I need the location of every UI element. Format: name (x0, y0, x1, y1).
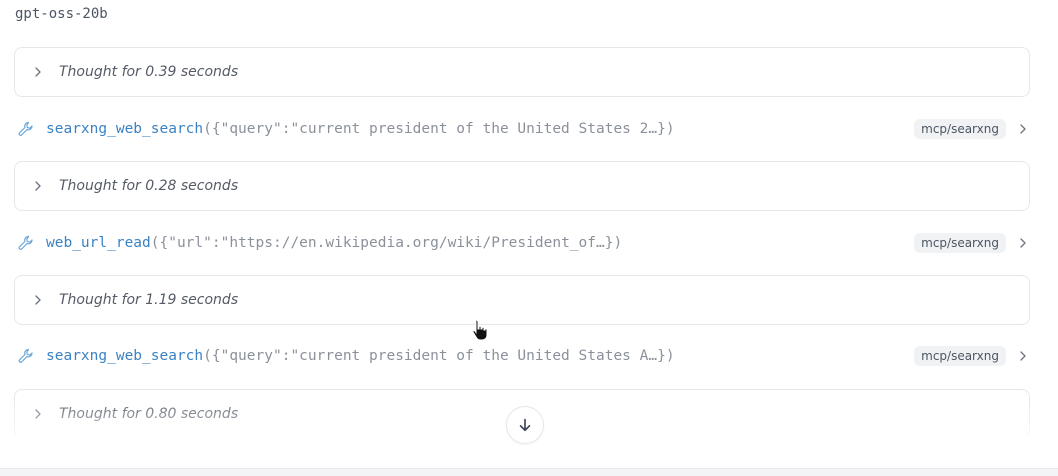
chevron-right-icon (31, 293, 45, 307)
thought-toggle[interactable]: Thought for 1.19 seconds (14, 275, 1030, 325)
chevron-right-icon[interactable] (1016, 349, 1030, 363)
tool-call-row[interactable]: searxng_web_search({"query":"current pre… (14, 115, 1036, 143)
tool-source-badge: mcp/searxng (914, 346, 1006, 366)
tool-function-name: searxng_web_search (46, 121, 204, 137)
chat-message: gpt-oss-20b Thought for 0.39 seconds sea… (0, 0, 1058, 476)
chevron-right-icon[interactable] (1016, 236, 1030, 250)
tool-args: ({"query":"current president of the Unit… (203, 121, 675, 137)
tool-call-row[interactable]: web_url_read({"url":"https://en.wikipedi… (14, 229, 1036, 257)
hand-pointer-icon (470, 318, 492, 342)
tool-source-badge: mcp/searxng (914, 119, 1006, 139)
thought-label: Thought for 1.19 seconds (59, 292, 239, 308)
tool-source-badge: mcp/searxng (914, 233, 1006, 253)
chevron-right-icon (31, 65, 45, 79)
tool-args: ({"url":"https://en.wikipedia.org/wiki/P… (150, 235, 623, 251)
thought-label: Thought for 0.28 seconds (59, 178, 239, 194)
thought-label: Thought for 0.80 seconds (59, 406, 239, 422)
wrench-icon (16, 233, 36, 253)
chevron-right-icon (31, 407, 45, 421)
tool-call-row[interactable]: searxng_web_search({"query":"current pre… (14, 342, 1036, 370)
thought-toggle[interactable]: Thought for 0.39 seconds (14, 47, 1030, 97)
tool-function-name: searxng_web_search (46, 348, 204, 364)
chevron-right-icon (31, 179, 45, 193)
thought-toggle[interactable]: Thought for 0.28 seconds (14, 161, 1030, 211)
wrench-icon (16, 346, 36, 366)
scroll-to-bottom-button[interactable] (506, 406, 544, 444)
tool-call-text: searxng_web_search({"query":"current pre… (46, 121, 675, 137)
chevron-right-icon[interactable] (1016, 122, 1030, 136)
model-name: gpt-oss-20b (15, 6, 108, 22)
tool-call-text: web_url_read({"url":"https://en.wikipedi… (46, 235, 622, 251)
tool-function-name: web_url_read (46, 235, 151, 251)
thought-label: Thought for 0.39 seconds (59, 64, 239, 80)
input-area-edge (0, 468, 1058, 476)
wrench-icon (16, 119, 36, 139)
arrow-down-icon (517, 417, 533, 433)
tool-args: ({"query":"current president of the Unit… (203, 348, 675, 364)
tool-call-text: searxng_web_search({"query":"current pre… (46, 348, 675, 364)
